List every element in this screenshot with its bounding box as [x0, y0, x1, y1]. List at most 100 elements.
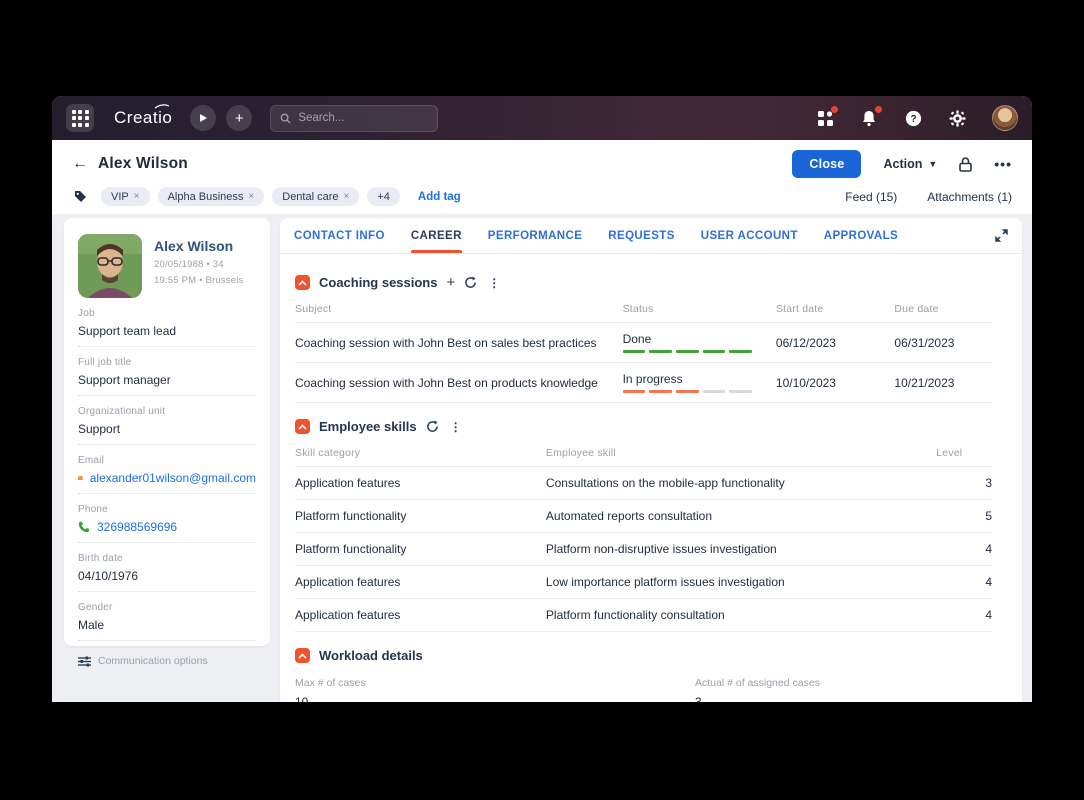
status-text: Done [623, 332, 752, 346]
run-process-icon[interactable] [190, 105, 216, 131]
email-icon [78, 473, 83, 483]
profile-time-line: 19:55 PM • Brussels [154, 275, 244, 286]
table-row[interactable]: Application features Low importance plat… [295, 566, 992, 599]
tag-pill-vip[interactable]: VIP × [101, 187, 150, 206]
field-value[interactable]: 3 [695, 695, 992, 702]
attachments-link[interactable]: Attachments (1) [927, 190, 1012, 204]
global-search-input[interactable]: Search... [270, 105, 438, 132]
help-icon[interactable]: ? [904, 109, 922, 127]
sliders-icon [78, 656, 91, 667]
tag-icon[interactable] [74, 190, 87, 203]
table-row[interactable]: Coaching session with John Best on produ… [295, 363, 992, 403]
progress-bar [623, 390, 752, 393]
column-header[interactable]: Employee skill [546, 438, 936, 467]
workload-fields: Max # of cases 10 Actual # of assigned c… [295, 677, 992, 702]
expand-icon[interactable] [995, 229, 1008, 242]
tag-remove-icon[interactable]: × [134, 191, 140, 202]
skill-category-cell: Platform functionality [295, 533, 546, 566]
coaching-sessions-header: Coaching sessions + ⋮ [295, 275, 992, 290]
max-cases-field[interactable]: Max # of cases 10 [295, 677, 645, 702]
field-value: Male [78, 618, 256, 632]
column-header[interactable]: Start date [776, 294, 894, 323]
refresh-icon[interactable] [464, 276, 477, 289]
skill-category-cell: Application features [295, 467, 546, 500]
column-header[interactable]: Due date [894, 294, 992, 323]
notifications-bell-icon[interactable] [860, 109, 878, 127]
app-launcher-icon[interactable] [66, 104, 94, 132]
collapse-chevron-icon[interactable] [295, 275, 310, 290]
chevron-down-icon: ▼ [928, 159, 937, 169]
table-row[interactable]: Coaching session with John Best on sales… [295, 323, 992, 363]
collapse-chevron-icon[interactable] [295, 419, 310, 434]
tab-performance[interactable]: PERFORMANCE [488, 218, 583, 253]
action-dropdown[interactable]: Action ▼ [883, 157, 937, 171]
profile-name: Alex Wilson [154, 238, 244, 254]
tag-pill-dental-care[interactable]: Dental care × [272, 187, 359, 206]
column-header[interactable]: Subject [295, 294, 623, 323]
field-value: 04/10/1976 [78, 569, 256, 583]
field-label: Job [78, 308, 256, 319]
field-value: Support manager [78, 373, 256, 387]
app-window: Creatio + Search... [52, 96, 1032, 702]
session-link[interactable]: Coaching session with John Best on sales… [295, 323, 623, 363]
tag-remove-icon[interactable]: × [344, 191, 350, 202]
quick-add-icon[interactable]: + [226, 105, 252, 131]
more-tags-pill[interactable]: +4 [367, 187, 400, 206]
column-header[interactable]: Skill category [295, 438, 546, 467]
section-title: Coaching sessions [319, 275, 437, 290]
table-row[interactable]: Application features Platform functional… [295, 599, 992, 632]
skill-link[interactable]: Consultations on the mobile-app function… [546, 467, 936, 500]
actual-cases-field[interactable]: Actual # of assigned cases 3 [695, 677, 992, 702]
column-header[interactable]: Level [936, 438, 992, 467]
field-label: Email [78, 455, 256, 466]
tab-requests[interactable]: REQUESTS [608, 218, 674, 253]
skill-link[interactable]: Platform functionality consultation [546, 599, 936, 632]
communication-options-button[interactable]: Communication options [78, 655, 256, 667]
add-tag-button[interactable]: Add tag [418, 191, 461, 203]
tab-contact-info[interactable]: CONTACT INFO [294, 218, 385, 253]
svg-text:?: ? [910, 114, 916, 125]
column-header[interactable]: Status [623, 294, 776, 323]
contact-photo[interactable] [78, 234, 142, 298]
employee-skills-header: Employee skills ⋮ [295, 419, 992, 434]
tab-user-account[interactable]: USER ACCOUNT [701, 218, 798, 253]
settings-gear-icon[interactable] [948, 109, 966, 127]
tab-approvals[interactable]: APPROVALS [824, 218, 898, 253]
refresh-icon[interactable] [426, 420, 439, 433]
skill-link[interactable]: Low importance platform issues investiga… [546, 566, 936, 599]
field-label: Actual # of assigned cases [695, 677, 992, 689]
email-link[interactable]: alexander01wilson@gmail.com [78, 471, 256, 485]
skill-link[interactable]: Automated reports consultation [546, 500, 936, 533]
lock-icon[interactable] [959, 157, 972, 172]
more-options-icon[interactable]: ••• [994, 156, 1012, 172]
user-avatar[interactable] [992, 105, 1018, 131]
due-date-cell: 10/21/2023 [894, 363, 992, 403]
field-value: Support [78, 422, 256, 436]
skill-level-cell: 4 [936, 533, 992, 566]
kebab-menu-icon[interactable]: ⋮ [486, 276, 502, 290]
tab-career[interactable]: CAREER [411, 218, 462, 253]
record-header: ← Alex Wilson Close Action ▼ ••• [52, 140, 1032, 214]
table-row[interactable]: Platform functionality Platform non-disr… [295, 533, 992, 566]
feed-link[interactable]: Feed (15) [845, 190, 897, 204]
table-row[interactable]: Platform functionality Automated reports… [295, 500, 992, 533]
workplaces-icon[interactable] [816, 109, 834, 127]
profile-birth-line: 20/05/1988 • 34 [154, 259, 244, 270]
add-record-icon[interactable]: + [446, 275, 455, 290]
skill-link[interactable]: Platform non-disruptive issues investiga… [546, 533, 936, 566]
logo-swoosh-icon [154, 104, 170, 110]
close-button[interactable]: Close [792, 150, 861, 178]
session-link[interactable]: Coaching session with John Best on produ… [295, 363, 623, 403]
back-button[interactable]: ← [72, 156, 88, 172]
start-date-cell: 10/10/2023 [776, 363, 894, 403]
tag-pill-alpha-business[interactable]: Alpha Business × [158, 187, 265, 206]
table-row[interactable]: Application features Consultations on th… [295, 467, 992, 500]
tag-remove-icon[interactable]: × [248, 191, 254, 202]
skill-level-cell: 4 [936, 599, 992, 632]
field-label: Gender [78, 602, 256, 613]
field-value[interactable]: 10 [295, 695, 645, 702]
kebab-menu-icon[interactable]: ⋮ [448, 420, 464, 434]
collapse-chevron-icon[interactable] [295, 648, 310, 663]
phone-link[interactable]: 326988569696 [78, 520, 256, 534]
skill-level-cell: 5 [936, 500, 992, 533]
